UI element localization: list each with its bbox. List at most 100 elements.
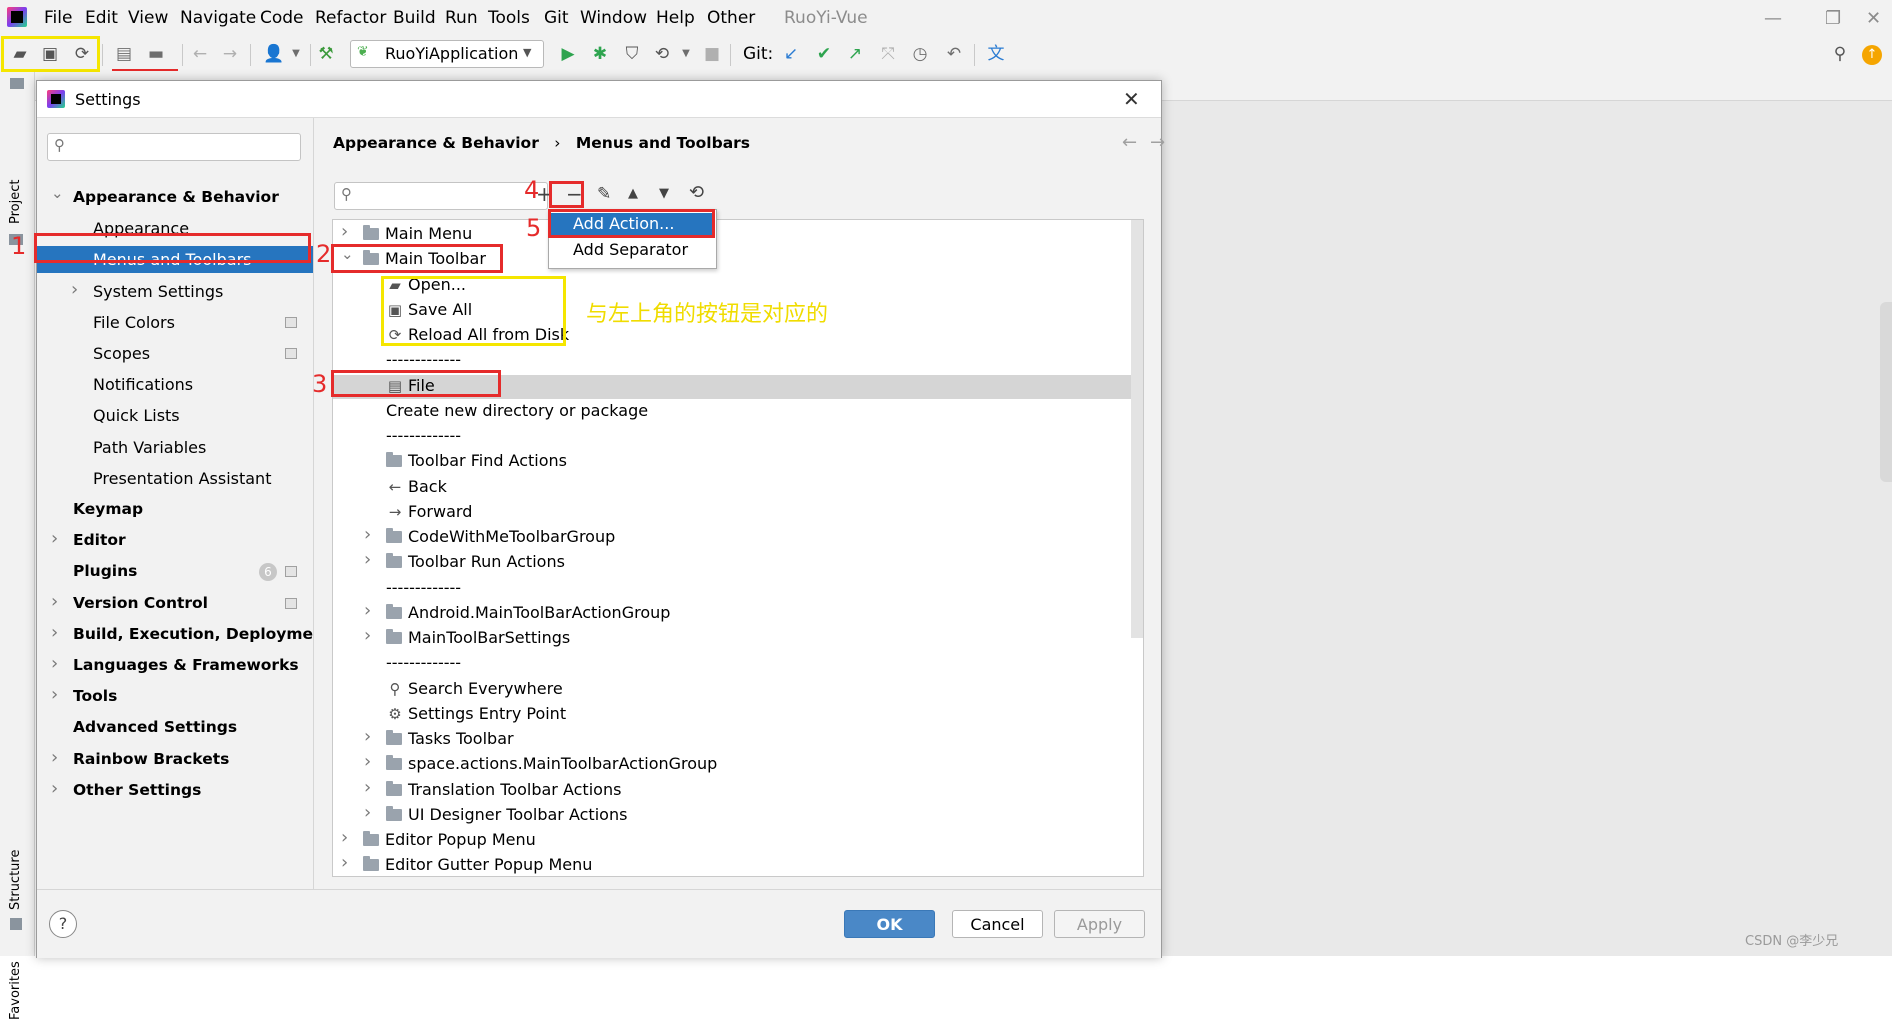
- tree-item[interactable]: Translation Toolbar Actions: [386, 780, 621, 799]
- chevron-right-icon[interactable]: ›: [51, 622, 58, 643]
- search-icon[interactable]: ⚲: [1828, 42, 1852, 66]
- coverage-icon[interactable]: ⛉: [620, 42, 644, 66]
- project-tool-tab[interactable]: Project: [8, 180, 23, 224]
- nav-item-build-execution-deployment[interactable]: Build, Execution, Deployment: [73, 625, 332, 643]
- breadcrumb-parent[interactable]: Appearance & Behavior: [333, 134, 539, 152]
- structure-tool-tab[interactable]: Structure: [8, 850, 23, 910]
- menu-view[interactable]: View: [128, 8, 168, 28]
- run-config-select[interactable]: ❦ RuoYiApplication ▼: [350, 40, 544, 68]
- tree-scrollbar[interactable]: [1131, 220, 1143, 638]
- profile-icon[interactable]: ⟲: [650, 42, 674, 66]
- menu-file[interactable]: File: [44, 8, 72, 28]
- git-merge-icon[interactable]: ⤧: [876, 42, 900, 66]
- tree-item[interactable]: Main Menu: [363, 224, 472, 243]
- menu-build[interactable]: Build: [393, 8, 436, 28]
- nav-item-version-control[interactable]: Version Control: [73, 594, 208, 612]
- chevron-right-icon[interactable]: ›: [71, 279, 78, 300]
- help-button[interactable]: ?: [49, 910, 77, 938]
- chevron-down-icon[interactable]: ▼: [674, 42, 698, 66]
- rollback-icon[interactable]: ↶: [942, 42, 966, 66]
- forward-arrow-icon[interactable]: →: [1150, 132, 1165, 153]
- ok-button[interactable]: OK: [844, 910, 935, 938]
- nav-item-rainbow-brackets[interactable]: Rainbow Brackets: [73, 750, 229, 768]
- nav-item-system-settings[interactable]: System Settings: [93, 282, 223, 301]
- git-commit-icon[interactable]: ✔: [812, 42, 836, 66]
- history-icon[interactable]: ◷: [908, 42, 932, 66]
- tree-item[interactable]: Editor Gutter Popup Menu: [363, 855, 592, 874]
- chevron-down-icon[interactable]: ⌄: [51, 184, 64, 202]
- close-icon[interactable]: ✕: [1123, 87, 1140, 111]
- chevron-down-icon[interactable]: ▼: [284, 42, 308, 66]
- chevron-right-icon[interactable]: ›: [364, 625, 371, 646]
- build-hammer-icon[interactable]: ⚒: [314, 42, 338, 66]
- tree-item[interactable]: ← Back: [386, 477, 447, 496]
- nav-item-scopes[interactable]: Scopes: [93, 344, 150, 363]
- update-icon[interactable]: ↑: [1862, 45, 1882, 65]
- debug-icon[interactable]: ✱: [588, 42, 612, 66]
- chevron-right-icon[interactable]: ›: [341, 827, 348, 848]
- nav-item-appearance-behavior[interactable]: Appearance & Behavior: [73, 188, 279, 206]
- tree-item[interactable]: Editor Popup Menu: [363, 830, 536, 849]
- tree-item[interactable]: space.actions.MainToolbarActionGroup: [386, 754, 717, 773]
- menu-tools[interactable]: Tools: [488, 8, 530, 28]
- tree-item[interactable]: → Forward: [386, 502, 473, 521]
- nav-item-editor[interactable]: Editor: [73, 531, 126, 549]
- menu-refactor[interactable]: Refactor: [315, 8, 386, 28]
- chevron-right-icon[interactable]: ›: [364, 751, 371, 772]
- forward-arrow-icon[interactable]: →: [218, 42, 242, 66]
- menu-navigate[interactable]: Navigate: [180, 8, 256, 28]
- tree-item[interactable]: Create new directory or package: [386, 401, 648, 420]
- menu-run[interactable]: Run: [445, 8, 478, 28]
- chevron-right-icon[interactable]: ›: [51, 778, 58, 799]
- nav-item-languages-frameworks[interactable]: Languages & Frameworks: [73, 656, 299, 674]
- cancel-button[interactable]: Cancel: [952, 910, 1043, 938]
- nav-item-quick-lists[interactable]: Quick Lists: [93, 406, 180, 425]
- chevron-right-icon[interactable]: ›: [364, 549, 371, 570]
- nav-item-tools[interactable]: Tools: [73, 687, 117, 705]
- chevron-right-icon[interactable]: ›: [51, 684, 58, 705]
- chevron-right-icon[interactable]: ›: [364, 726, 371, 747]
- menu-git[interactable]: Git: [544, 8, 569, 28]
- add-separator-item[interactable]: Add Separator: [573, 240, 688, 259]
- nav-item-plugins[interactable]: Plugins: [73, 562, 137, 580]
- tree-item[interactable]: CodeWithMeToolbarGroup: [386, 527, 615, 546]
- tree-item[interactable]: ⚲ Search Everywhere: [386, 679, 563, 698]
- back-arrow-icon[interactable]: ←: [1122, 132, 1137, 153]
- nav-item-other-settings[interactable]: Other Settings: [73, 781, 201, 799]
- tree-item[interactable]: Android.MainToolBarActionGroup: [386, 603, 670, 622]
- run-icon[interactable]: ▶: [556, 42, 580, 66]
- translate-icon[interactable]: 文: [984, 42, 1008, 66]
- minimize-icon[interactable]: —: [1764, 8, 1782, 29]
- nav-item-presentation-assistant[interactable]: Presentation Assistant: [93, 469, 271, 488]
- restore-icon[interactable]: ❐: [1825, 8, 1841, 29]
- nav-item-advanced-settings[interactable]: Advanced Settings: [73, 718, 237, 736]
- menu-code[interactable]: Code: [260, 8, 304, 28]
- stop-icon[interactable]: ■: [700, 42, 724, 66]
- user-icon[interactable]: 👤: [262, 42, 286, 66]
- chevron-right-icon[interactable]: ›: [364, 600, 371, 621]
- favorites-tool-tab[interactable]: Favorites: [8, 961, 23, 1020]
- move-up-icon[interactable]: ▲: [628, 186, 638, 201]
- nav-item-notifications[interactable]: Notifications: [93, 375, 193, 394]
- tree-item[interactable]: Toolbar Run Actions: [386, 552, 565, 571]
- chevron-right-icon[interactable]: ›: [51, 653, 58, 674]
- chevron-right-icon[interactable]: ›: [341, 221, 348, 242]
- nav-item-keymap[interactable]: Keymap: [73, 500, 143, 518]
- edit-pencil-icon[interactable]: ✎: [597, 184, 611, 204]
- folder-icon[interactable]: ▬: [144, 42, 168, 66]
- chevron-right-icon[interactable]: ›: [51, 591, 58, 612]
- settings-search-input[interactable]: ⚲: [47, 133, 301, 161]
- chevron-right-icon[interactable]: ›: [364, 802, 371, 823]
- tree-item[interactable]: UI Designer Toolbar Actions: [386, 805, 627, 824]
- nav-item-file-colors[interactable]: File Colors: [93, 313, 175, 332]
- tree-item[interactable]: MainToolBarSettings: [386, 628, 570, 647]
- menu-edit[interactable]: Edit: [85, 8, 118, 28]
- nav-item-path-variables[interactable]: Path Variables: [93, 438, 206, 457]
- file-icon[interactable]: ▤: [112, 42, 136, 66]
- tree-item[interactable]: Toolbar Find Actions: [386, 451, 567, 470]
- back-arrow-icon[interactable]: ←: [188, 42, 212, 66]
- tree-search-input[interactable]: ⚲: [334, 182, 548, 210]
- chevron-right-icon[interactable]: ›: [341, 852, 348, 873]
- chevron-right-icon[interactable]: ›: [364, 524, 371, 545]
- menu-other[interactable]: Other: [707, 8, 755, 28]
